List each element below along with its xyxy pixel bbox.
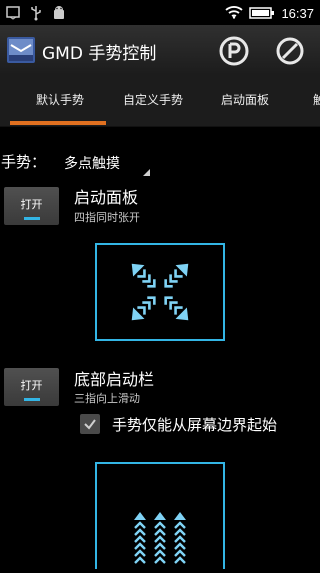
usb-icon [30,5,42,25]
notification-icon [6,5,20,25]
edge-only-label: 手势仅能从屏幕边界起始 [112,416,278,434]
wifi-icon [225,4,244,23]
toggle-indicator [24,217,40,220]
android-debug-icon [52,5,66,25]
status-bar: 16:37 [0,0,320,25]
toggle-launch-panel[interactable]: 打开 [4,187,59,225]
tab-custom-gestures[interactable]: 自定义手势 [123,75,183,126]
dropdown-triangle-icon [143,169,150,176]
gesture-dropdown-value: 多点触摸 [64,156,120,172]
item-title-launch-panel: 启动面板 [74,188,139,207]
item-subtitle-bottom-bar: 三指向上滑动 [74,392,140,405]
gesture-preview-swipe-up [95,462,225,569]
item-title-bottom-bar: 底部启动栏 [74,370,155,389]
tab-launch-panel[interactable]: 启动面板 [221,75,269,126]
battery-icon [249,4,275,23]
tab-partial[interactable]: 触 [313,75,320,126]
tab-bar: 默认手势 自定义手势 启动面板 触 [0,75,320,127]
app-icon [6,35,36,65]
four-finger-spread-icon [97,245,223,339]
toggle-label: 打开 [20,379,43,392]
toggle-indicator [24,398,40,401]
tab-indicator [10,121,106,125]
gesture-dropdown[interactable]: 多点触摸 [64,153,154,177]
toggle-label: 打开 [20,198,43,211]
gesture-preview-spread [95,243,225,341]
item-subtitle-launch-panel: 四指同时张开 [74,211,140,224]
tab-default-gestures[interactable]: 默认手势 [36,75,84,126]
app-title: GMD 手势控制 [42,44,157,64]
pause-p-button[interactable] [217,34,251,68]
checkmark-icon [84,419,96,430]
gesture-label: 手势： [1,153,47,171]
disable-button[interactable] [273,34,307,68]
clock: 16:37 [281,6,314,21]
edge-only-checkbox[interactable] [80,414,100,434]
action-bar: GMD 手势控制 [0,25,320,75]
toggle-bottom-bar[interactable]: 打开 [4,368,59,406]
three-finger-swipe-up-icon [132,510,188,565]
